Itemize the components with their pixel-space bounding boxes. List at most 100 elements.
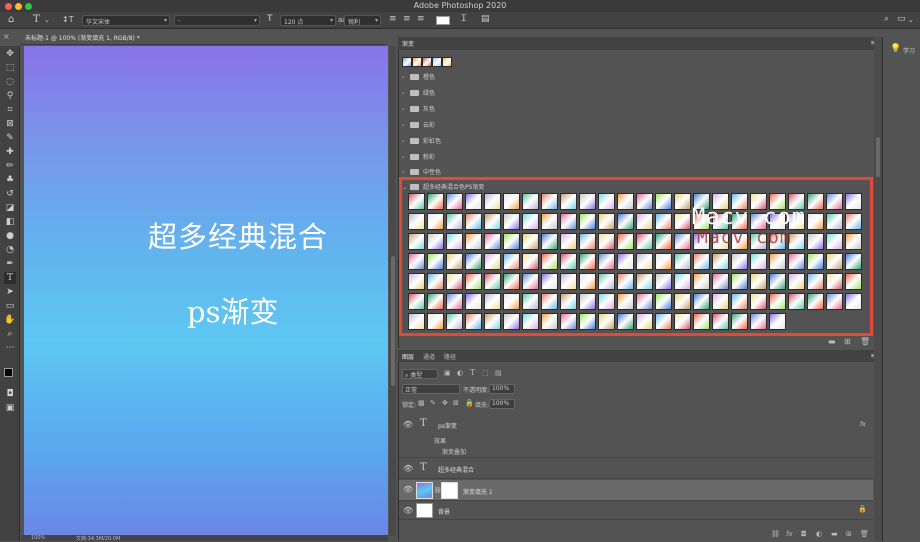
foreground-color-swatch[interactable] [4,368,13,377]
canvas-scrollbar-thumb[interactable] [391,256,395,386]
folder-item[interactable]: › 彩虹色 [402,136,441,148]
layer-row[interactable]: 👁 T 超多经典混合 [399,459,873,479]
delete-layer-icon[interactable]: 🗑 [860,530,869,538]
brush-tool-icon[interactable]: ✏ [4,160,16,172]
filter-adjust-icon[interactable]: ◐ [457,369,463,377]
canvas-scrollbar[interactable] [389,46,396,536]
text-orientation-icon[interactable]: ↕T [62,15,74,24]
lasso-tool-icon[interactable]: ◌ [4,76,16,88]
recent-gradient-swatch[interactable] [402,57,412,67]
font-family-dropdown[interactable]: 华文宋体 ▾ [82,15,170,26]
home-icon[interactable]: ⌂ [8,14,14,25]
history-brush-tool-icon[interactable]: ↺ [4,188,16,200]
blur-tool-icon[interactable]: ● [4,230,16,242]
move-tool-icon[interactable]: ✥ [4,48,16,60]
type-tool-icon[interactable]: T [33,14,40,25]
add-style-icon[interactable]: fx [786,530,793,538]
search-icon[interactable]: ⌕ [884,14,889,24]
adjustment-layer-icon[interactable]: ◐ [816,530,822,538]
filter-pixel-icon[interactable]: ▣ [444,369,451,377]
new-group-icon[interactable]: ▬ [831,530,838,538]
font-style-dropdown[interactable]: - ▾ [174,15,260,26]
panel-scrollbar[interactable] [874,37,882,541]
eraser-tool-icon[interactable]: ◪ [4,202,16,214]
font-size-dropdown[interactable]: 120 点 ▾ [280,15,336,26]
document-tab[interactable]: × 未标题-1 @ 100% (渐变填充 1, RGB/8) * [3,30,386,45]
new-group-icon[interactable]: ▬ [828,337,836,346]
link-layers-icon[interactable]: ⛓ [771,530,780,538]
crop-tool-icon[interactable]: ⌗ [4,104,16,116]
chevron-down-icon[interactable]: ⌄ [908,16,914,24]
visibility-eye-icon[interactable]: 👁 [403,420,413,429]
folder-item[interactable]: › 粉彩 [402,152,435,164]
pen-tool-icon[interactable]: ✒ [4,258,16,270]
align-center-icon[interactable]: ≡ [403,14,411,24]
filter-type-icon[interactable]: T [470,368,475,377]
effect-name[interactable]: 渐变叠加 [442,447,466,456]
marquee-tool-icon[interactable]: ⬚ [4,62,16,74]
tab-channels[interactable]: 通道 [423,352,435,361]
learn-panel-label[interactable]: 学习 [903,46,915,55]
lightbulb-icon[interactable]: 💡 [890,44,901,54]
layer-row-selected[interactable]: 👁 ⛓ 渐变填充 1 [399,480,873,501]
lock-all-icon[interactable]: 🔒 [465,399,474,407]
close-document-icon[interactable]: × [3,32,10,41]
folder-item[interactable]: › 绿色 [402,88,435,100]
lock-pixels-icon[interactable]: ✎ [430,399,436,407]
lock-position-icon[interactable]: ✥ [442,399,448,407]
folder-item[interactable]: › 云彩 [402,120,435,132]
type-tool-icon[interactable]: T [4,272,16,284]
chevron-down-icon[interactable]: ⌄ [44,16,50,24]
opacity-field[interactable]: 100% [489,384,515,394]
clone-stamp-tool-icon[interactable]: ♣ [4,174,16,186]
tab-paths[interactable]: 路径 [444,352,456,361]
lock-transparent-icon[interactable]: ▦ [418,399,425,407]
dodge-tool-icon[interactable]: ◔ [4,244,16,256]
recent-gradient-swatch[interactable] [442,57,452,67]
layer-row[interactable]: 👁 背景 🔒 [399,502,873,520]
blend-mode-dropdown[interactable]: 正常 [402,384,460,394]
hand-tool-icon[interactable]: ✋ [4,314,16,326]
new-layer-icon[interactable]: ⊞ [846,530,852,538]
frame-tool-icon[interactable]: ⊠ [4,118,16,130]
zoom-level[interactable]: 100% [31,535,45,541]
gradients-tab[interactable]: 渐变 [402,39,414,48]
lock-artboard-icon[interactable]: ⊠ [453,399,459,407]
character-panel-icon[interactable]: ▤ [481,14,490,24]
panel-scrollbar-thumb[interactable] [876,137,880,177]
delete-icon[interactable]: 🗑 [860,337,870,346]
visibility-eye-icon[interactable]: 👁 [403,485,413,494]
text-color-swatch[interactable] [436,16,450,25]
zoom-tool-icon[interactable]: ⌕ [4,328,16,340]
layer-filter-dropdown[interactable]: ⌕ 类型 [402,369,438,379]
quick-mask-icon[interactable]: ◘ [4,388,16,400]
rectangle-tool-icon[interactable]: ▭ [4,300,16,312]
filter-smart-icon[interactable]: ▤ [495,369,502,377]
visibility-eye-icon[interactable]: 👁 [403,506,413,515]
recent-gradient-swatch[interactable] [432,57,442,67]
path-select-tool-icon[interactable]: ➤ [4,286,16,298]
quick-select-tool-icon[interactable]: ⚲ [4,90,16,102]
fx-badge[interactable]: fx [860,421,866,428]
eyedropper-tool-icon[interactable]: ✎ [4,132,16,144]
warp-text-icon[interactable]: Ꮖ [461,14,467,24]
healing-brush-tool-icon[interactable]: ✚ [4,146,16,158]
align-left-icon[interactable]: ≡ [389,14,397,24]
workspace-icon[interactable]: ▭ [897,14,906,24]
visibility-eye-icon[interactable]: 👁 [403,464,413,473]
antialias-dropdown[interactable]: 锐利 ▾ [344,15,381,26]
filter-shape-icon[interactable]: ⬚ [482,369,489,377]
gradient-tool-icon[interactable]: ◧ [4,216,16,228]
tab-layers[interactable]: 图层 [402,352,414,361]
folder-item[interactable]: › 橙色 [402,72,435,84]
recent-gradient-swatch[interactable] [422,57,432,67]
fill-field[interactable]: 100% [489,399,515,409]
recent-gradient-swatch[interactable] [412,57,422,67]
layer-row[interactable]: 👁 T ps渐变 fx 效果 渐变叠加 [399,415,873,458]
screen-mode-icon[interactable]: ▣ [4,402,16,414]
more-tools-icon[interactable]: ⋯ [4,342,16,354]
add-mask-icon[interactable]: ◘ [801,530,807,538]
folder-item[interactable]: › 灰色 [402,104,435,116]
align-right-icon[interactable]: ≡ [417,14,425,24]
new-gradient-icon[interactable]: ⊞ [844,337,851,346]
